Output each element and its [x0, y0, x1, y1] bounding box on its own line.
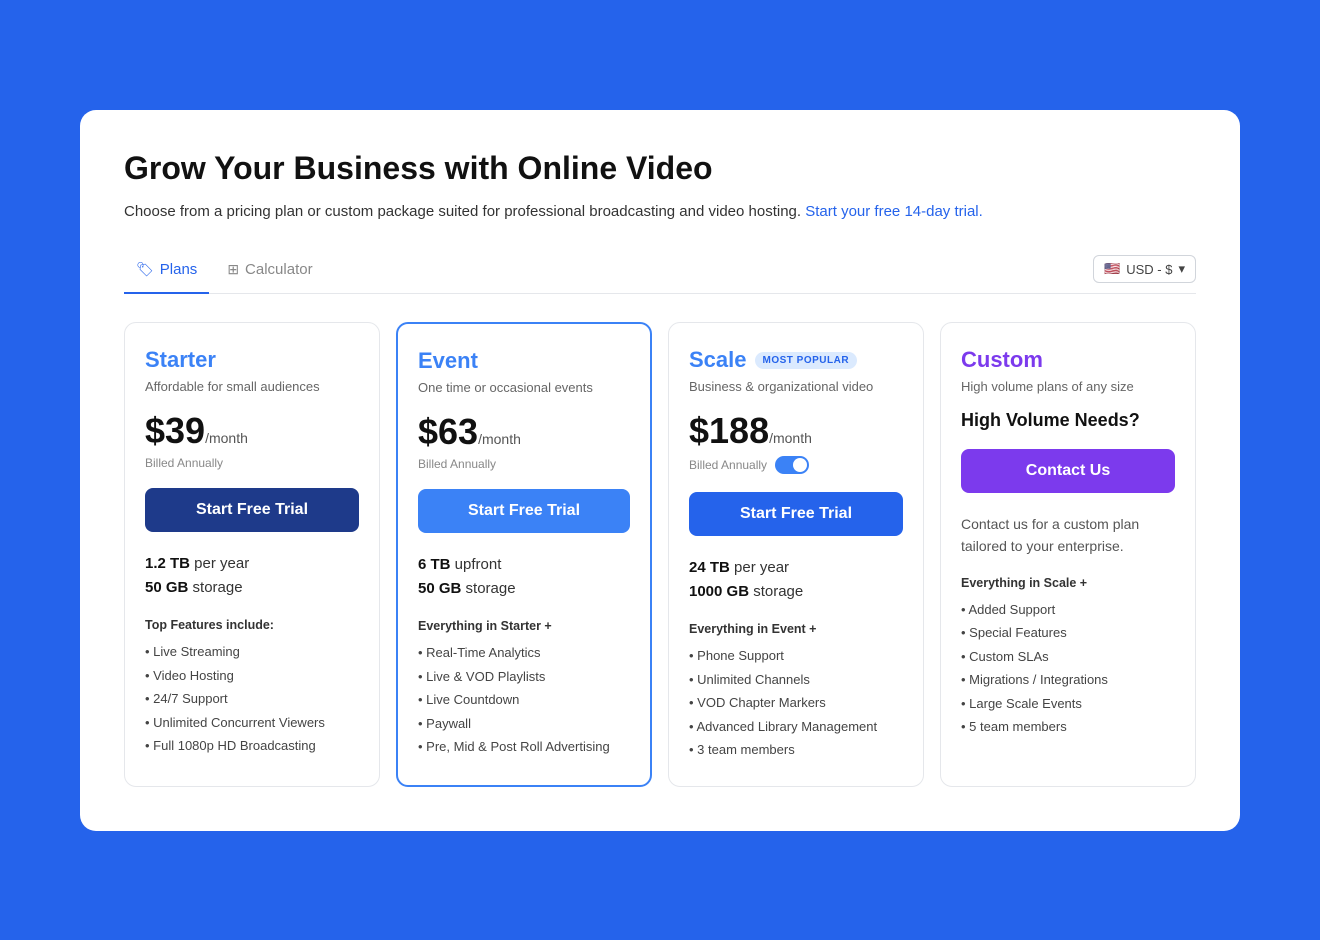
cta-button-scale[interactable]: Start Free Trial [689, 492, 903, 536]
cta-button-custom[interactable]: Contact Us [961, 449, 1175, 493]
page-subtitle: Choose from a pricing plan or custom pac… [124, 201, 1196, 224]
feature-item: • Advanced Library Management [689, 715, 903, 739]
tabs-row: 🏷 Plans ⊞ Calculator 🇺🇸 USD - $ ▾ [124, 253, 1196, 294]
plan-card-custom: Custom High volume plans of any size High … [940, 322, 1196, 787]
feature-item: • Video Hosting [145, 664, 359, 688]
plan-name-starter: Starter [145, 347, 216, 373]
feature-item: • Pre, Mid & Post Roll Advertising [418, 735, 630, 759]
calculator-icon: ⊞ [227, 261, 239, 278]
plan-tagline-custom: High volume plans of any size [961, 379, 1175, 394]
cta-button-event[interactable]: Start Free Trial [418, 489, 630, 533]
chevron-down-icon: ▾ [1178, 261, 1185, 277]
high-volume-heading: High Volume Needs? [961, 410, 1175, 431]
price-period: /month [769, 430, 812, 446]
plan-name-row: Starter [145, 347, 359, 373]
price-amount: $188 [689, 410, 769, 451]
feature-item: • 5 team members [961, 715, 1175, 739]
features-heading-event: Everything in Starter + [418, 619, 630, 633]
plan-name-event: Event [418, 348, 478, 374]
feature-item: • Unlimited Concurrent Viewers [145, 711, 359, 735]
tab-plans[interactable]: 🏷 Plans [124, 253, 209, 294]
currency-selector[interactable]: 🇺🇸 USD - $ ▾ [1093, 255, 1196, 283]
flag-icon: 🇺🇸 [1104, 261, 1120, 277]
plan-price-scale: $188/month [689, 410, 903, 452]
billing-label: Billed Annually [418, 457, 496, 471]
feature-item: • Phone Support [689, 644, 903, 668]
plan-price-event: $63/month [418, 411, 630, 453]
pricing-card: Grow Your Business with Online Video Cho… [80, 110, 1240, 831]
feature-item: • Special Features [961, 621, 1175, 645]
most-popular-badge: MOST POPULAR [755, 352, 858, 369]
billing-label: Billed Annually [145, 456, 223, 470]
feature-item: • Large Scale Events [961, 692, 1175, 716]
page-title: Grow Your Business with Online Video [124, 150, 1196, 187]
price-amount: $39 [145, 410, 205, 451]
feature-item: • Live & VOD Playlists [418, 665, 630, 689]
storage-line: 50 GB storage [145, 576, 359, 600]
price-period: /month [205, 430, 248, 446]
billed-row: Billed Annually [689, 456, 903, 474]
feature-item: • Real-Time Analytics [418, 641, 630, 665]
plan-tagline-event: One time or occasional events [418, 380, 630, 395]
plans-grid: Starter Affordable for small audiences $39… [124, 322, 1196, 787]
feature-item: • Unlimited Channels [689, 668, 903, 692]
plan-name-row: Scale MOST POPULAR [689, 347, 903, 373]
custom-description: Contact us for a custom plan tailored to… [961, 513, 1175, 558]
feature-item: • Added Support [961, 598, 1175, 622]
plans-icon: 🏷 [136, 261, 154, 278]
plan-name-row: Event [418, 348, 630, 374]
feature-item: • Custom SLAs [961, 645, 1175, 669]
feature-item: • Live Countdown [418, 688, 630, 712]
tab-calculator[interactable]: ⊞ Calculator [215, 253, 324, 294]
plan-card-scale: Scale MOST POPULAR Business & organization… [668, 322, 924, 787]
plan-name-scale: Scale [689, 347, 747, 373]
feature-item: • Paywall [418, 712, 630, 736]
feature-item: • 3 team members [689, 738, 903, 762]
plan-price-starter: $39/month [145, 410, 359, 452]
plan-tagline-starter: Affordable for small audiences [145, 379, 359, 394]
storage-line: 24 TB per year [689, 556, 903, 580]
plan-storage-starter: 1.2 TB per year50 GB storage [145, 552, 359, 600]
plan-card-starter: Starter Affordable for small audiences $39… [124, 322, 380, 787]
plan-name-row: Custom [961, 347, 1175, 373]
plan-card-event: Event One time or occasional events $63/mo… [396, 322, 652, 787]
plan-name-custom: Custom [961, 347, 1043, 373]
plan-storage-scale: 24 TB per year1000 GB storage [689, 556, 903, 604]
plan-storage-event: 6 TB upfront50 GB storage [418, 553, 630, 601]
cta-button-starter[interactable]: Start Free Trial [145, 488, 359, 532]
storage-line: 6 TB upfront [418, 553, 630, 577]
feature-item: • Live Streaming [145, 640, 359, 664]
feature-item: • Full 1080p HD Broadcasting [145, 734, 359, 758]
billing-toggle[interactable] [775, 456, 809, 474]
billing-label: Billed Annually [689, 458, 767, 472]
features-heading-custom: Everything in Scale + [961, 576, 1175, 590]
features-heading-starter: Top Features include: [145, 618, 359, 632]
storage-line: 1000 GB storage [689, 580, 903, 604]
feature-item: • VOD Chapter Markers [689, 691, 903, 715]
billed-row: Billed Annually [145, 456, 359, 470]
tabs-left: 🏷 Plans ⊞ Calculator [124, 253, 325, 293]
plan-tagline-scale: Business & organizational video [689, 379, 903, 394]
price-period: /month [478, 431, 521, 447]
storage-line: 50 GB storage [418, 577, 630, 601]
features-heading-scale: Everything in Event + [689, 622, 903, 636]
trial-link[interactable]: Start your free 14-day trial. [805, 203, 983, 220]
price-amount: $63 [418, 411, 478, 452]
feature-item: • Migrations / Integrations [961, 668, 1175, 692]
billed-row: Billed Annually [418, 457, 630, 471]
storage-line: 1.2 TB per year [145, 552, 359, 576]
feature-item: • 24/7 Support [145, 687, 359, 711]
